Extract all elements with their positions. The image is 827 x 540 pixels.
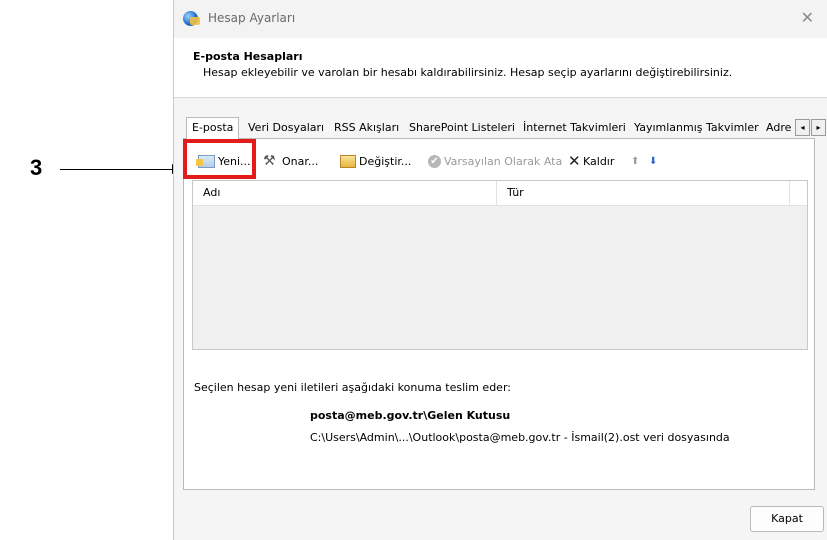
header-panel: E-posta Hesapları Hesap ekleyebilir ve v… <box>174 38 827 98</box>
repair-tools-icon: ⚒ <box>263 153 276 169</box>
set-default-button[interactable]: ✔ Varsayılan Olarak Ata <box>428 150 562 172</box>
tab-scroll-buttons: ◂ ▸ <box>794 119 826 136</box>
tab-internet-calendars[interactable]: İnternet Takvimleri <box>518 119 631 137</box>
email-tab-page: Yeni... ⚒ Onar... Değiştir... ✔ Varsayıl… <box>183 138 815 490</box>
account-toolbar: Yeni... ⚒ Onar... Değiştir... ✔ Varsayıl… <box>192 150 792 172</box>
section-description: Hesap ekleyebilir ve varolan bir hesabı … <box>203 66 733 79</box>
delivery-intro: Seçilen hesap yeni iletileri aşağıdaki k… <box>194 381 511 394</box>
change-label: Değiştir... <box>359 154 412 168</box>
move-up-button[interactable]: ⬆ <box>631 150 639 172</box>
account-list-header: Adı Tür <box>193 181 807 206</box>
tab-strip: E-posta Veri Dosyaları RSS Akışları Shar… <box>186 117 826 139</box>
tab-data-files[interactable]: Veri Dosyaları <box>243 119 329 137</box>
tab-scroll-left-icon[interactable]: ◂ <box>795 119 810 136</box>
tab-sharepoint-lists[interactable]: SharePoint Listeleri <box>404 119 520 137</box>
remove-label: Kaldır <box>583 154 615 168</box>
remove-x-icon: ✕ <box>568 152 581 170</box>
account-list[interactable]: Adı Tür <box>192 180 808 350</box>
close-icon[interactable]: ✕ <box>801 8 814 27</box>
repair-label: Onar... <box>282 154 319 168</box>
annotation-arrow-line <box>60 169 178 170</box>
delivery-path: C:\Users\Admin\...\Outlook\posta@meb.gov… <box>310 431 730 444</box>
tab-scroll-right-icon[interactable]: ▸ <box>811 119 826 136</box>
remove-button[interactable]: ✕ Kaldır <box>568 150 614 172</box>
tab-published-calendars[interactable]: Yayımlanmış Takvimler <box>629 119 764 137</box>
window-title: Hesap Ayarları <box>208 11 296 25</box>
highlight-box <box>183 139 256 179</box>
arrow-down-icon: ⬇ <box>649 155 658 167</box>
column-divider <box>789 181 790 205</box>
change-button[interactable]: Değiştir... <box>340 150 411 172</box>
delivery-folder: posta@meb.gov.tr\Gelen Kutusu <box>310 409 511 422</box>
outlook-app-icon <box>183 11 200 26</box>
check-circle-icon: ✔ <box>428 154 441 168</box>
title-bar: Hesap Ayarları ✕ <box>174 0 827 38</box>
column-header-name[interactable]: Adı <box>193 181 220 205</box>
change-settings-icon <box>340 154 356 168</box>
column-header-type[interactable]: Tür <box>497 181 524 205</box>
tab-rss-feeds[interactable]: RSS Akışları <box>329 119 404 137</box>
close-button[interactable]: Kapat <box>750 506 824 532</box>
arrow-up-icon: ⬆ <box>631 155 640 167</box>
step-number-label: 3 <box>30 155 43 180</box>
tab-email[interactable]: E-posta <box>186 117 240 139</box>
tab-address-books[interactable]: Adre <box>761 119 796 137</box>
set-default-label: Varsayılan Olarak Ata <box>444 154 563 168</box>
move-down-button[interactable]: ⬇ <box>649 150 657 172</box>
section-title: E-posta Hesapları <box>193 50 303 63</box>
header-divider <box>174 97 827 98</box>
repair-button[interactable]: ⚒ Onar... <box>263 150 318 172</box>
account-settings-window: Hesap Ayarları ✕ E-posta Hesapları Hesap… <box>173 0 827 540</box>
